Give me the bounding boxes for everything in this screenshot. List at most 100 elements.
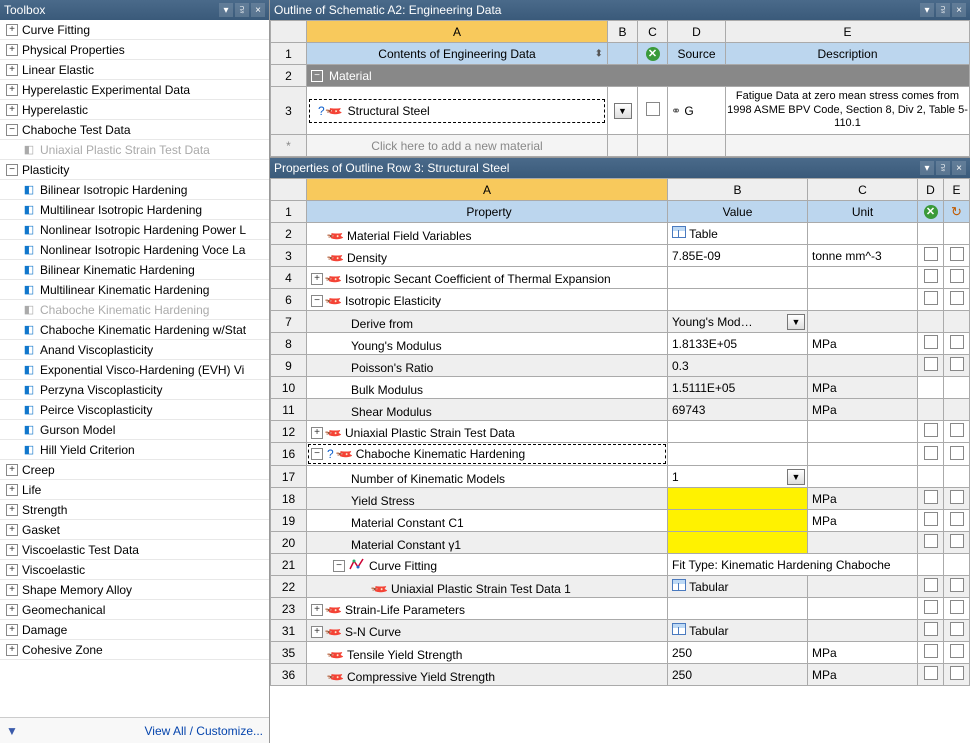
props-grid[interactable]: A B C D E 1 Property Value Unit ✕ ↻ 2🔖Ma… [270, 178, 970, 686]
property-cell[interactable]: 🔖Density [307, 245, 668, 267]
checkbox[interactable] [950, 578, 964, 592]
expander-icon[interactable]: + [6, 44, 18, 56]
row-head[interactable]: 22 [271, 576, 307, 598]
expander-icon[interactable]: + [6, 584, 18, 596]
toolbox-tree[interactable]: +Curve Fitting+Physical Properties+Linea… [0, 20, 269, 717]
toolbox-subitem[interactable]: ◧Perzyna Viscoplasticity [0, 380, 269, 400]
toolbox-subitem[interactable]: ◧Nonlinear Isotropic Hardening Power L [0, 220, 269, 240]
e-cell[interactable] [944, 355, 970, 377]
col-D-head[interactable]: D [668, 21, 726, 43]
toolbox-category[interactable]: +Hyperelastic [0, 100, 269, 120]
checkbox[interactable] [924, 423, 938, 437]
props-row[interactable]: 12+🔖Uniaxial Plastic Strain Test Data [271, 421, 970, 443]
property-cell[interactable]: Poisson's Ratio [307, 355, 668, 377]
expander-icon[interactable]: + [6, 464, 18, 476]
value-cell[interactable] [668, 267, 808, 289]
props-row[interactable]: 36🔖Compressive Yield Strength250MPa [271, 664, 970, 686]
unit-cell[interactable] [808, 466, 918, 488]
row-head-star[interactable]: * [271, 135, 307, 157]
checkbox[interactable] [924, 335, 938, 349]
toolbox-category[interactable]: +Viscoelastic Test Data [0, 540, 269, 560]
row-head-1[interactable]: 1 [271, 43, 307, 65]
toolbox-subitem[interactable]: ◧Anand Viscoplasticity [0, 340, 269, 360]
e-cell[interactable] [944, 576, 970, 598]
col-D-head[interactable]: D [918, 179, 944, 201]
checkbox[interactable] [924, 600, 938, 614]
props-row[interactable]: 10Bulk Modulus1.5111E+05MPa [271, 377, 970, 399]
unit-cell[interactable] [808, 620, 918, 642]
unit-cell[interactable] [808, 355, 918, 377]
toolbox-category[interactable]: +Physical Properties [0, 40, 269, 60]
outline-grid[interactable]: A B C D E 1 Contents of Engineering Data… [270, 20, 970, 157]
collapse-icon[interactable]: − [311, 70, 323, 82]
checkbox[interactable] [924, 357, 938, 371]
customize-link[interactable]: View All / Customize... [145, 724, 264, 738]
checkbox[interactable] [924, 578, 938, 592]
checkbox[interactable] [950, 357, 964, 371]
unit-cell[interactable] [808, 576, 918, 598]
expander-icon[interactable]: + [311, 273, 323, 285]
toolbox-subitem[interactable]: ◧Hill Yield Criterion [0, 440, 269, 460]
value-cell[interactable] [668, 289, 808, 311]
unit-cell[interactable]: MPa [808, 399, 918, 421]
dropdown-btn[interactable]: ▾ [920, 161, 934, 175]
props-row[interactable]: 16−?🔖Chaboche Kinematic Hardening [271, 443, 970, 466]
toolbox-subitem[interactable]: ◧Peirce Viscoplasticity [0, 400, 269, 420]
e-cell[interactable] [944, 532, 970, 554]
e-cell[interactable] [944, 554, 970, 576]
row-head[interactable]: 17 [271, 466, 307, 488]
row-head[interactable]: 6 [271, 289, 307, 311]
close-btn[interactable]: × [251, 3, 265, 17]
property-cell[interactable]: 🔖Uniaxial Plastic Strain Test Data 1 [307, 576, 668, 598]
expander-icon[interactable]: − [311, 448, 323, 460]
expander-icon[interactable]: − [333, 560, 345, 572]
value-cell[interactable]: 0.3 [668, 355, 808, 377]
row-head[interactable]: 11 [271, 399, 307, 421]
unit-cell[interactable] [808, 267, 918, 289]
d-cell[interactable] [918, 399, 944, 421]
row-head[interactable]: 31 [271, 620, 307, 642]
property-cell[interactable]: +🔖S-N Curve [307, 620, 668, 642]
props-row[interactable]: 7Derive fromYoung's Mod…▼ [271, 311, 970, 333]
unit-cell[interactable]: tonne mm^-3 [808, 245, 918, 267]
e-cell[interactable] [944, 466, 970, 488]
property-cell[interactable]: −🔖Isotropic Elasticity [307, 289, 668, 311]
hint-cell[interactable]: Click here to add a new material [307, 135, 608, 157]
d-cell[interactable] [918, 289, 944, 311]
checkbox[interactable] [950, 490, 964, 504]
value-cell[interactable] [668, 532, 808, 554]
toolbox-subitem[interactable]: ◧Multilinear Kinematic Hardening [0, 280, 269, 300]
col-B-head[interactable]: B [668, 179, 808, 201]
checkbox[interactable] [950, 247, 964, 261]
value-cell[interactable]: Young's Mod…▼ [668, 311, 808, 333]
props-row[interactable]: 31+🔖S-N Curve Tabular [271, 620, 970, 642]
pin-btn[interactable]: ⫊ [936, 161, 950, 175]
property-cell[interactable]: Shear Modulus [307, 399, 668, 421]
property-cell[interactable]: −?🔖Chaboche Kinematic Hardening [307, 443, 668, 466]
checkbox[interactable] [950, 423, 964, 437]
col-A-head[interactable]: A [307, 179, 668, 201]
props-row[interactable]: 8Young's Modulus1.8133E+05MPa [271, 333, 970, 355]
dropdown-btn[interactable]: ▾ [920, 3, 934, 17]
property-cell[interactable]: 🔖Compressive Yield Strength [307, 664, 668, 686]
property-cell[interactable]: Number of Kinematic Models [307, 466, 668, 488]
props-row[interactable]: 2🔖Material Field Variables Table [271, 223, 970, 245]
toolbox-subitem[interactable]: ◧Exponential Visco-Hardening (EVH) Vi [0, 360, 269, 380]
expander-icon[interactable]: + [6, 544, 18, 556]
toolbox-subitem[interactable]: ◧Gurson Model [0, 420, 269, 440]
expander-icon[interactable]: + [6, 84, 18, 96]
value-cell[interactable] [668, 443, 808, 466]
props-row[interactable]: 9Poisson's Ratio0.3 [271, 355, 970, 377]
toolbox-category[interactable]: +Hyperelastic Experimental Data [0, 80, 269, 100]
value-cell[interactable]: 1.8133E+05 [668, 333, 808, 355]
source-cell[interactable]: ⚭ G [668, 87, 726, 135]
expander-icon[interactable]: − [6, 164, 18, 176]
property-cell[interactable]: Young's Modulus [307, 333, 668, 355]
row-head[interactable]: 9 [271, 355, 307, 377]
d-cell[interactable] [918, 642, 944, 664]
property-cell[interactable]: +🔖Uniaxial Plastic Strain Test Data [307, 421, 668, 443]
toolbox-category[interactable]: +Strength [0, 500, 269, 520]
d-cell[interactable] [918, 245, 944, 267]
toolbox-category[interactable]: +Viscoelastic [0, 560, 269, 580]
expander-icon[interactable]: + [6, 24, 18, 36]
